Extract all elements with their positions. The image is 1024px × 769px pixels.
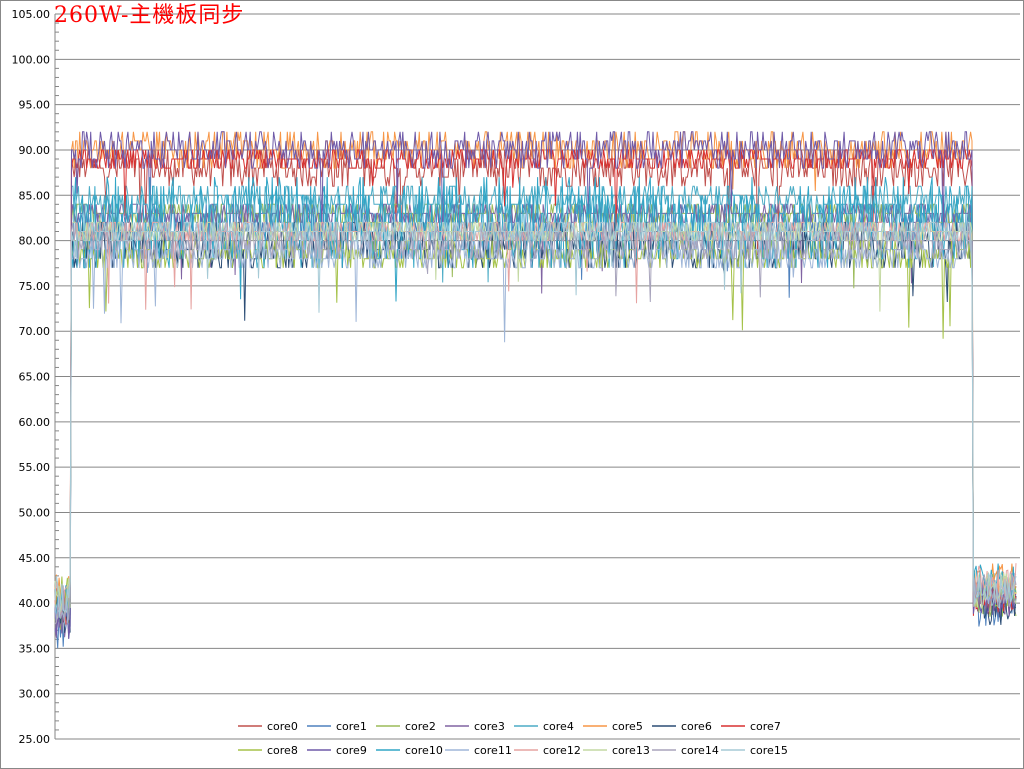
legend-label-core14: core14 xyxy=(681,744,719,757)
y-tick-label: 40.00 xyxy=(19,597,51,610)
series-line-core15 xyxy=(54,221,1017,618)
y-tick-label: 55.00 xyxy=(19,461,51,474)
y-tick-label: 90.00 xyxy=(19,144,51,157)
y-tick-label: 25.00 xyxy=(19,733,51,746)
y-tick-label: 80.00 xyxy=(19,235,51,248)
y-tick-label: 65.00 xyxy=(19,371,51,384)
legend-label-core5: core5 xyxy=(612,720,643,733)
y-tick-label: 70.00 xyxy=(19,325,51,338)
gridlines xyxy=(54,13,1020,740)
line-chart: 25.00 30.00 35.00 40.00 45.00 50.00 55.00 60.00… xyxy=(12,8,1020,757)
y-axis-ticks: 25.00 30.00 35.00 40.00 45.00 50.00 55.00 60.00… xyxy=(12,8,51,746)
legend-label-core0: core0 xyxy=(267,720,298,733)
legend-label-core7: core7 xyxy=(750,720,781,733)
legend-label-core12: core12 xyxy=(543,744,581,757)
y-tick-label: 60.00 xyxy=(19,416,51,429)
series-line-core3 xyxy=(54,203,1017,639)
legend-label-core2: core2 xyxy=(405,720,436,733)
series-line-core12 xyxy=(54,221,1017,615)
legend-label-core13: core13 xyxy=(612,744,650,757)
y-tick-label: 105.00 xyxy=(12,8,51,21)
y-tick-label: 50.00 xyxy=(19,506,51,519)
legend-label-core10: core10 xyxy=(405,744,443,757)
series-lines xyxy=(54,131,1017,649)
legend-label-core9: core9 xyxy=(336,744,367,757)
series-line-core14 xyxy=(54,221,1017,625)
y-tick-label: 100.00 xyxy=(12,53,51,66)
y-tick-label: 30.00 xyxy=(19,688,51,701)
legend-label-core15: core15 xyxy=(750,744,788,757)
series-line-core6 xyxy=(54,221,1017,633)
y-tick-label: 75.00 xyxy=(19,280,51,293)
series-line-core5 xyxy=(54,131,1017,613)
legend-label-core6: core6 xyxy=(681,720,712,733)
series-line-core8 xyxy=(54,240,1017,616)
legend-label-core11: core11 xyxy=(474,744,512,757)
series-line-core11 xyxy=(54,240,1017,630)
y-tick-label: 85.00 xyxy=(19,189,51,202)
y-tick-label: 95.00 xyxy=(19,99,51,112)
legend-label-core4: core4 xyxy=(543,720,574,733)
series-line-core1 xyxy=(54,203,1017,649)
legend-label-core3: core3 xyxy=(474,720,505,733)
legend-label-core1: core1 xyxy=(336,720,367,733)
legend-label-core8: core8 xyxy=(267,744,298,757)
chart-title: 260W-主機板同步 xyxy=(54,3,245,28)
y-tick-label: 35.00 xyxy=(19,642,51,655)
y-tick-label: 45.00 xyxy=(19,552,51,565)
